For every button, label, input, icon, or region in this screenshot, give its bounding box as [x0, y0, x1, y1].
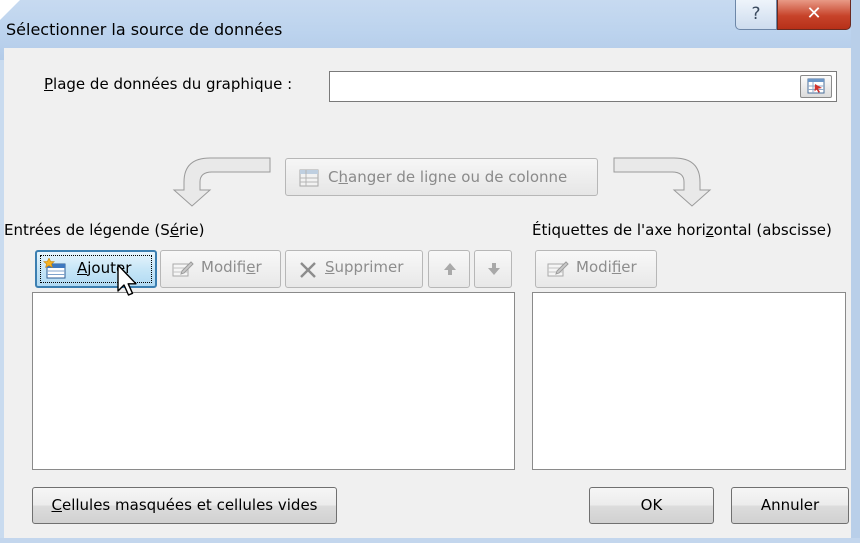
help-icon: ?: [751, 4, 761, 24]
edit-axis-label-mnemonic: f: [611, 258, 622, 276]
hidden-cells-mnemonic: C: [51, 496, 62, 514]
edit-icon: [172, 261, 194, 277]
switch-label-mnemonic: h: [338, 168, 348, 186]
edit-icon: [547, 261, 569, 277]
edit-axis-label: Modifier: [576, 258, 637, 276]
chart-data-range-input[interactable]: [329, 71, 837, 102]
arrow-up-icon: [444, 263, 456, 275]
window-frame-right: [851, 0, 860, 543]
delete-label-mnemonic: S: [325, 258, 335, 276]
close-icon: ✕: [806, 3, 822, 24]
edit-axis-labels-button[interactable]: Modifier: [535, 250, 657, 288]
add-label-mnemonic: A: [77, 259, 88, 277]
edit-axis-label-pre: Modi: [576, 258, 612, 276]
cancel-button[interactable]: Annuler: [731, 487, 849, 524]
delete-series-label: Supprimer: [325, 258, 403, 276]
add-series-icon: [43, 258, 66, 279]
range-label: Plage de données du graphique :: [44, 75, 292, 93]
legend-label-pre: Entrées de légende (S: [4, 221, 170, 239]
hidden-cells-rest: ellules masquées et cellules vides: [61, 496, 318, 514]
axis-labels-list[interactable]: [532, 292, 846, 470]
corner-shade: [0, 0, 20, 20]
switch-row-column-button[interactable]: Changer de ligne ou de colonne: [285, 158, 598, 196]
edit-series-button[interactable]: Modifier: [160, 250, 281, 288]
edit-series-label-mnemonic: e: [246, 258, 256, 276]
ok-button[interactable]: OK: [589, 487, 714, 524]
range-label-mnemonic: P: [44, 75, 54, 93]
delete-icon: [300, 262, 316, 278]
edit-series-label-pre: Modifi: [201, 258, 247, 276]
legend-entries-list[interactable]: [32, 292, 515, 470]
window-frame-left: [0, 60, 4, 543]
switch-row-column-icon: [299, 169, 319, 187]
collapse-dialog-button[interactable]: [800, 75, 832, 98]
range-label-text: lage de données du graphique :: [53, 75, 293, 93]
move-up-button[interactable]: [428, 250, 470, 288]
legend-label-post: rie): [179, 221, 205, 239]
delete-series-button[interactable]: Supprimer: [285, 250, 423, 288]
help-button[interactable]: ?: [735, 0, 777, 30]
curved-arrow-left-icon: [172, 157, 271, 207]
axis-label-pre: Étiquettes de l'axe hori: [532, 221, 706, 239]
edit-series-label-post: r: [255, 258, 262, 276]
range-select-icon: [807, 78, 825, 94]
curved-arrow-right-icon: [613, 157, 712, 207]
axis-label-mnemonic: z: [705, 221, 714, 239]
legend-entries-label: Entrées de légende (Série): [4, 221, 204, 239]
close-button[interactable]: ✕: [777, 0, 851, 30]
delete-label-rest: upprimer: [334, 258, 404, 276]
window-frame-bottom: [0, 538, 860, 543]
axis-labels-label: Étiquettes de l'axe horizontal (abscisse…: [532, 221, 832, 239]
switch-label-post: anger de ligne ou de colonne: [348, 168, 568, 186]
switch-label-pre: C: [328, 168, 339, 186]
edit-series-label: Modifier: [201, 258, 262, 276]
hidden-empty-cells-button[interactable]: Cellules masquées et cellules vides: [32, 487, 337, 524]
move-down-button[interactable]: [474, 250, 512, 288]
edit-axis-label-post: ier: [621, 258, 637, 276]
switch-row-column-label: Changer de ligne ou de colonne: [328, 168, 567, 186]
arrow-down-icon: [488, 263, 500, 275]
mouse-pointer-icon: [117, 264, 137, 296]
legend-label-mnemonic: é: [169, 221, 180, 239]
axis-label-post: ontal (abscisse): [713, 221, 832, 239]
window-title: Sélectionner la source de données: [6, 20, 283, 39]
